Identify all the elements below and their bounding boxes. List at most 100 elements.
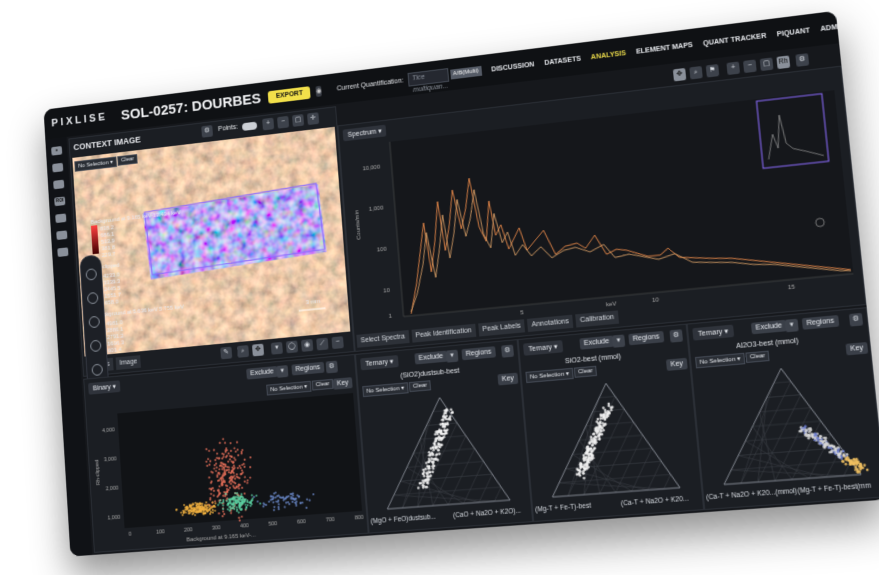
gear-icon[interactable]: ⚙: [669, 329, 684, 343]
ternary-point: [609, 408, 613, 412]
ternary-grid-line: [493, 487, 502, 501]
lasso-icon[interactable]: ◯: [285, 340, 299, 354]
exclude-button[interactable]: Exclude: [750, 319, 787, 335]
tab-peak-identification[interactable]: Peak Identification: [411, 323, 477, 343]
ternary-grid-line: [767, 395, 801, 398]
y-tick: 10,000: [362, 164, 380, 172]
ternary-select[interactable]: Ternary ▾: [522, 340, 564, 356]
points-toggle[interactable]: [241, 121, 258, 131]
zoom-out-icon[interactable]: −: [743, 59, 757, 74]
zoom-in-icon[interactable]: +: [262, 117, 275, 131]
wifi-icon[interactable]: [86, 291, 99, 305]
exclude-button[interactable]: Exclude: [246, 366, 278, 380]
tab-annotations[interactable]: Annotations: [527, 314, 574, 332]
ternary-point: [438, 452, 441, 456]
image-icon[interactable]: [52, 162, 64, 173]
regions-button[interactable]: Regions: [628, 330, 664, 346]
regions-button[interactable]: Regions: [291, 361, 325, 376]
nav-piquant[interactable]: PIQUANT: [777, 27, 811, 38]
zoom-out-icon[interactable]: −: [277, 115, 290, 129]
ternary-grid-line: [663, 474, 672, 488]
move-icon[interactable]: ✥: [672, 67, 687, 82]
legend3-value: 601.4: [107, 347, 122, 355]
ternary-grid-line: [413, 449, 474, 454]
export-button[interactable]: EXPORT: [267, 85, 311, 104]
regions-button[interactable]: Regions: [461, 346, 496, 361]
context-image-panel: CONTEXT IMAGE ⚙ Points: + − ▢ ✛ No Selec…: [68, 106, 355, 377]
user-avatar[interactable]: [857, 19, 859, 30]
filter-icon[interactable]: ▾: [611, 334, 626, 348]
draw-tool-icon[interactable]: [85, 268, 98, 281]
pixlise-app-window: PIXLISE SOL-0257: DOURBES EXPORT ◉ Curre…: [43, 10, 879, 557]
rover-icon[interactable]: [56, 230, 68, 241]
clear-selection-button[interactable]: Clear: [311, 378, 334, 391]
crosshair-icon[interactable]: ✛: [307, 112, 320, 126]
regions-button[interactable]: Regions: [801, 315, 839, 330]
gear-icon[interactable]: ⚙: [848, 312, 864, 327]
ternary-select[interactable]: Ternary ▾: [692, 324, 735, 341]
binary-select[interactable]: Binary ▾: [88, 380, 121, 395]
ternary-plot[interactable]: [359, 383, 531, 517]
gear-icon[interactable]: ⚙: [795, 53, 810, 67]
roi-button[interactable]: ROI: [54, 196, 66, 207]
nav-datasets[interactable]: DATASETS: [544, 55, 581, 66]
search-icon[interactable]: ⌕: [689, 65, 703, 80]
ternary-grid-line: [444, 449, 479, 505]
x-tick: 800: [355, 515, 364, 522]
ternary-grid-line: [768, 408, 818, 481]
gear-icon[interactable]: ⚙: [501, 344, 515, 358]
pencil-icon[interactable]: ✎: [220, 346, 233, 360]
exclude-button[interactable]: Exclude: [414, 350, 448, 365]
tab-image[interactable]: Image: [115, 355, 142, 370]
tab-select-spectra[interactable]: Select Spectra: [356, 330, 410, 348]
ternary-grid-line: [477, 474, 495, 502]
ternary-select[interactable]: Ternary ▾: [360, 355, 399, 371]
palette-icon[interactable]: ◉: [301, 339, 314, 352]
zoom-out-tool-icon[interactable]: [89, 339, 102, 353]
gear-icon[interactable]: ⚙: [325, 360, 338, 374]
minus-icon[interactable]: −: [331, 336, 344, 350]
y-tick: 1: [388, 314, 392, 320]
x-tick: 600: [297, 519, 306, 526]
fit-icon[interactable]: ▢: [292, 114, 305, 127]
filter-icon[interactable]: ▾: [784, 318, 799, 333]
ternary-plot[interactable]: [522, 368, 701, 505]
gear-icon[interactable]: ⚙: [201, 125, 214, 138]
ternary-grid-line: [753, 421, 821, 426]
key-button[interactable]: Key: [332, 377, 353, 390]
quant-select[interactable]: Tice multiquan...: [407, 68, 449, 94]
move-icon[interactable]: ✥: [251, 343, 265, 357]
brush-icon[interactable]: ⟋: [316, 337, 329, 351]
zoom-in-icon[interactable]: +: [726, 61, 741, 76]
rh-icon[interactable]: Rh: [776, 55, 791, 70]
bucket-icon[interactable]: ▾: [270, 341, 283, 355]
zoom-in-tool-icon[interactable]: [88, 315, 100, 329]
nav-analysis[interactable]: ANALYSIS: [591, 50, 627, 61]
chart-icon[interactable]: [57, 247, 69, 257]
filter-icon[interactable]: ▾: [445, 349, 459, 363]
spectrum-chart[interactable]: 10,000 1,000 100 10 1 Counts/min 5 10 15…: [340, 85, 863, 331]
camera-icon[interactable]: ◉: [315, 85, 323, 97]
grid-icon[interactable]: [55, 213, 67, 224]
x-tick: 500: [268, 521, 277, 528]
x-tick: 100: [156, 529, 165, 536]
ternary-top-label: Al2O3-best (mmol): [735, 337, 799, 351]
nav-quant-tracker[interactable]: QUANT TRACKER: [703, 32, 767, 47]
nav-element-maps[interactable]: ELEMENT MAPS: [636, 41, 693, 55]
ternary-grid-line: [407, 461, 483, 467]
ternary-plot[interactable]: [692, 352, 879, 492]
filter-icon[interactable]: ▾: [276, 365, 289, 378]
exclude-button[interactable]: Exclude: [579, 335, 614, 350]
pin-icon[interactable]: ⚑: [705, 63, 720, 78]
expand-icon[interactable]: »: [51, 145, 63, 156]
search-icon[interactable]: ⌕: [237, 345, 250, 358]
tab-calibration[interactable]: Calibration: [575, 310, 619, 328]
nav-discussion[interactable]: DISCUSSION: [491, 61, 535, 73]
fit-icon[interactable]: ▢: [759, 57, 774, 72]
hand-tool-icon[interactable]: [91, 363, 104, 377]
nav-admin[interactable]: ADMIN: [820, 23, 845, 33]
binary-scatter[interactable]: 4,000 3,000 2,000 1,000 Rh-clipped 0 100 2…: [86, 389, 367, 550]
ternary-left-label: (Mg-T + Fe-T)-best: [534, 502, 592, 514]
layers-icon[interactable]: [53, 179, 65, 190]
tab-peak-labels[interactable]: Peak Labels: [477, 319, 526, 337]
